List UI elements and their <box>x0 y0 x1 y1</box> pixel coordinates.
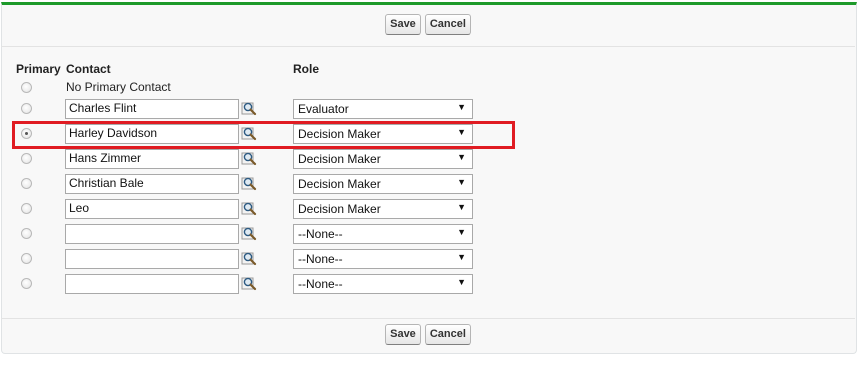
lookup-icon[interactable] <box>241 175 257 191</box>
role-select[interactable]: Decision Maker ▼ <box>293 199 473 219</box>
no-primary-label: No Primary Contact <box>66 80 171 94</box>
role-select-value: Decision Maker <box>298 152 381 166</box>
primary-radio[interactable] <box>21 253 32 264</box>
role-select-value: Decision Maker <box>298 127 381 141</box>
primary-radio[interactable] <box>21 128 32 139</box>
role-select-value: Decision Maker <box>298 177 381 191</box>
role-select-value: Evaluator <box>298 102 349 116</box>
chevron-down-icon: ▼ <box>457 152 466 162</box>
primary-radio[interactable] <box>21 278 32 289</box>
role-select[interactable]: --None-- ▼ <box>293 224 473 244</box>
contact-input[interactable]: Charles Flint <box>65 99 239 119</box>
chevron-down-icon: ▼ <box>457 177 466 187</box>
role-select-value: --None-- <box>298 277 343 291</box>
role-select[interactable]: Decision Maker ▼ <box>293 174 473 194</box>
role-select[interactable]: --None-- ▼ <box>293 249 473 269</box>
chevron-down-icon: ▼ <box>457 227 466 237</box>
contact-input[interactable]: Leo <box>65 199 239 219</box>
contact-input[interactable]: Harley Davidson <box>65 124 239 144</box>
cancel-button-top[interactable]: Cancel <box>424 14 471 35</box>
lookup-icon[interactable] <box>241 150 257 166</box>
top-divider <box>1 46 855 47</box>
chevron-down-icon: ▼ <box>457 202 466 212</box>
contact-input[interactable]: Hans Zimmer <box>65 149 239 169</box>
bottom-button-row: Save Cancel <box>0 324 856 345</box>
primary-radio[interactable] <box>21 228 32 239</box>
contact-column-header: Contact <box>66 62 111 76</box>
lookup-icon[interactable] <box>241 275 257 291</box>
contact-input[interactable] <box>65 274 239 294</box>
role-select[interactable]: Decision Maker ▼ <box>293 124 473 144</box>
role-select[interactable]: Evaluator ▼ <box>293 99 473 119</box>
role-column-header: Role <box>293 62 320 76</box>
contact-input[interactable]: Christian Bale <box>65 174 239 194</box>
save-button-bottom[interactable]: Save <box>385 324 421 345</box>
primary-radio[interactable] <box>21 178 32 189</box>
primary-radio[interactable] <box>21 153 32 164</box>
bottom-divider <box>1 318 855 319</box>
lookup-icon[interactable] <box>241 225 257 241</box>
chevron-down-icon: ▼ <box>457 277 466 287</box>
cancel-button-bottom[interactable]: Cancel <box>424 324 471 345</box>
chevron-down-icon: ▼ <box>457 252 466 262</box>
contact-input[interactable] <box>65 249 239 269</box>
lookup-icon[interactable] <box>241 250 257 266</box>
lookup-icon[interactable] <box>241 200 257 216</box>
lookup-icon[interactable] <box>241 100 257 116</box>
chevron-down-icon: ▼ <box>457 102 466 112</box>
primary-radio[interactable] <box>21 203 32 214</box>
primary-radio[interactable] <box>21 103 32 114</box>
lookup-icon[interactable] <box>241 125 257 141</box>
role-select[interactable]: Decision Maker ▼ <box>293 149 473 169</box>
role-select-value: Decision Maker <box>298 202 381 216</box>
contact-input[interactable] <box>65 224 239 244</box>
no-primary-radio[interactable] <box>21 82 32 93</box>
role-select-value: --None-- <box>298 227 343 241</box>
chevron-down-icon: ▼ <box>457 127 466 137</box>
save-button-top[interactable]: Save <box>385 14 421 35</box>
top-button-row: Save Cancel <box>0 14 856 35</box>
primary-column-header: Primary <box>16 62 61 76</box>
role-select[interactable]: --None-- ▼ <box>293 274 473 294</box>
role-select-value: --None-- <box>298 252 343 266</box>
